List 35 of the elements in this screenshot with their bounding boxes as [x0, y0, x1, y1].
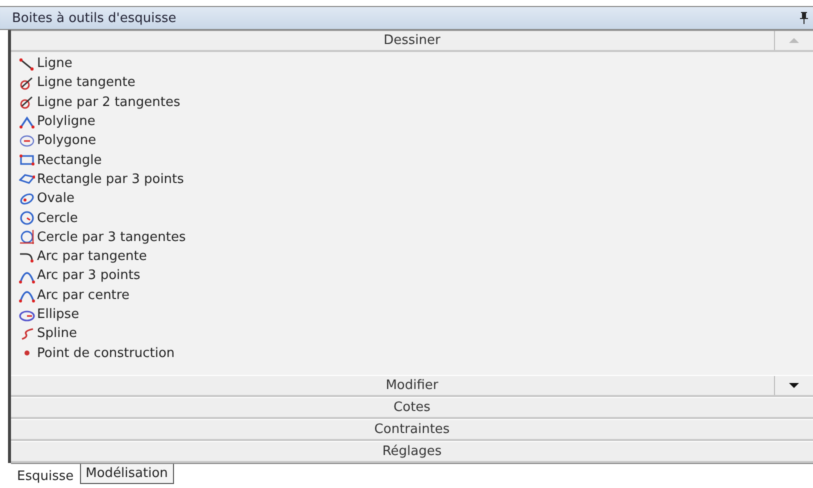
section-header[interactable]: Modifier	[11, 375, 813, 397]
section-header[interactable]: Cotes	[11, 397, 813, 419]
section-header[interactable]: Réglages	[11, 441, 813, 463]
tool-item[interactable]: Ovale	[19, 189, 813, 208]
tool-icon	[19, 132, 35, 149]
tool-item[interactable]: Rectangle	[19, 150, 813, 170]
tool-item[interactable]: Arc par 3 points	[19, 266, 813, 286]
tool-item[interactable]: Ligne tangente	[19, 73, 813, 93]
window-title: Boites à outils d'esquisse	[12, 10, 176, 26]
tool-item[interactable]: Polygone	[19, 131, 813, 150]
section-header[interactable]: Dessiner	[11, 30, 813, 52]
tool-item[interactable]: Point de construction	[19, 343, 813, 363]
tool-item[interactable]: Ligne par 2 tangentes	[19, 92, 813, 112]
tool-item[interactable]: Ellipse	[19, 304, 813, 324]
tool-icon	[19, 152, 35, 168]
tab[interactable]: Modélisation	[80, 464, 174, 484]
tool-item[interactable]: Arc par tangente	[19, 246, 813, 266]
tool-item[interactable]: Ligne	[19, 54, 813, 74]
down-triangle-icon	[789, 383, 799, 388]
tool-item[interactable]: Polyligne	[19, 112, 813, 132]
tool-item[interactable]: Spline	[19, 324, 813, 344]
tool-icon	[19, 56, 35, 72]
tool-item[interactable]: Cercle par 3 tangentes	[19, 228, 813, 247]
tool-item[interactable]: Rectangle par 3 points	[19, 170, 813, 190]
tool-icon	[19, 210, 35, 226]
pin-icon[interactable]	[799, 12, 809, 24]
tool-icon	[19, 190, 35, 207]
tool-icon	[19, 229, 35, 246]
tool-icon	[19, 94, 35, 110]
section-header[interactable]: Contraintes	[11, 419, 813, 441]
tool-icon	[19, 74, 35, 91]
up-triangle-icon	[789, 38, 799, 43]
tool-item[interactable]: Arc par centre	[19, 286, 813, 305]
tool-item[interactable]: Cercle	[19, 208, 813, 228]
tool-icon	[19, 326, 35, 342]
